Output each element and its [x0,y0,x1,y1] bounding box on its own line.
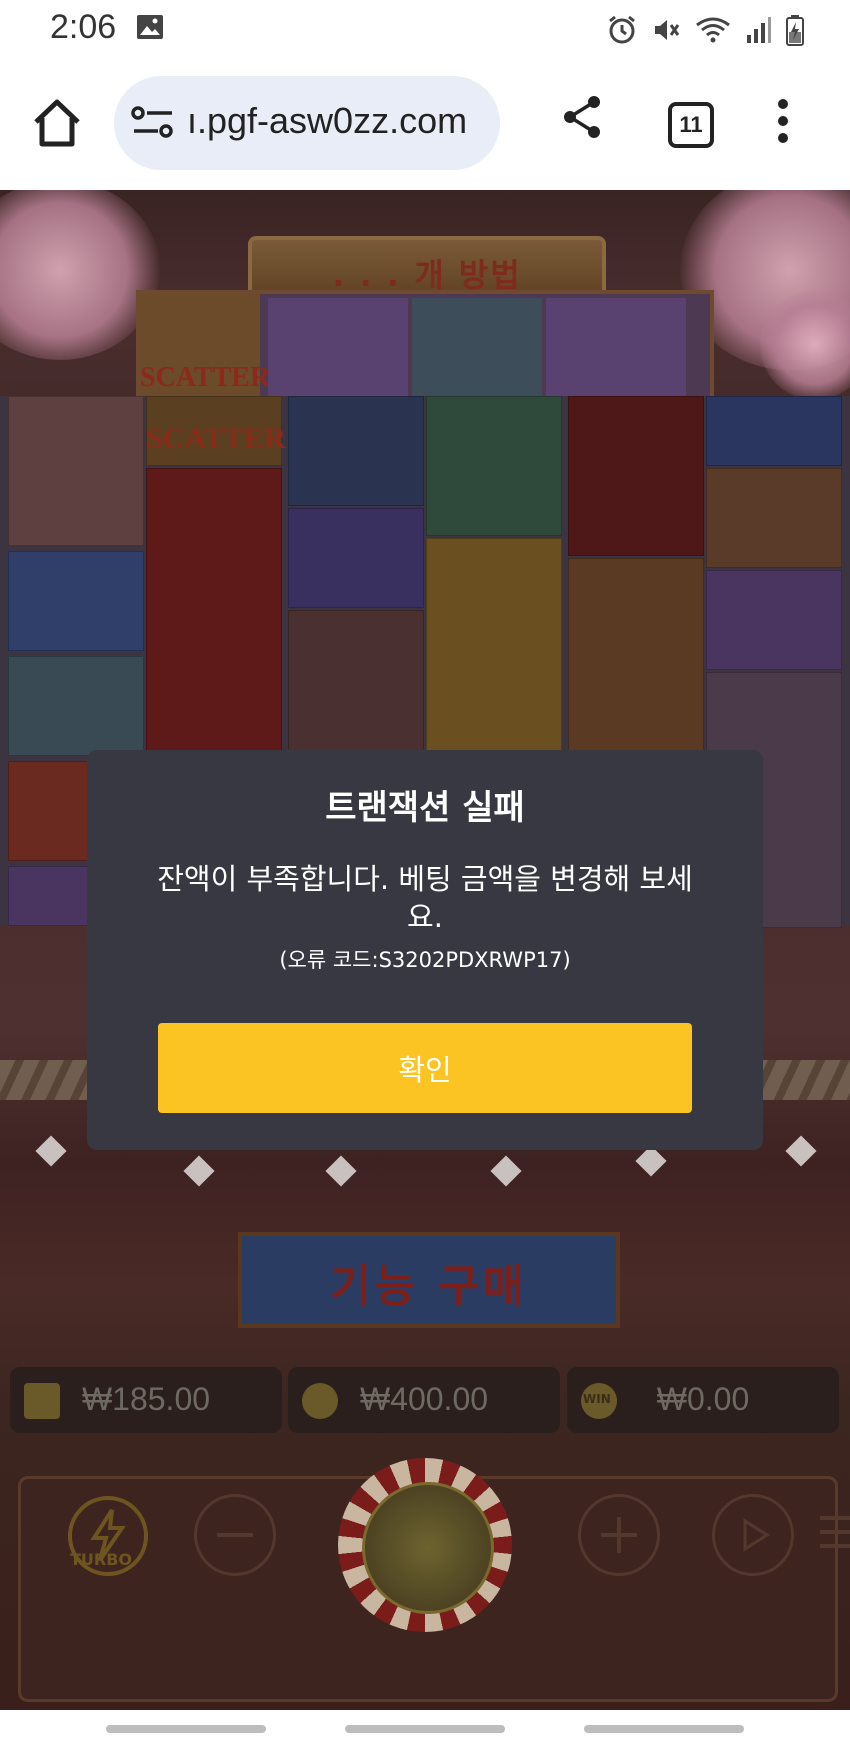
autoplay-button[interactable] [712,1494,794,1576]
paper-streamer [785,1135,817,1167]
url-text[interactable]: ı.pgf-asw0zz.com [187,100,467,142]
bet-value: ₩400.00 [359,1381,489,1417]
error-code: (오류 코드:S3202PDXRWP17) [279,948,571,972]
dialog-message: 잔액이 부족합니다. 베팅 금액을 변경해 보세요. [157,862,693,934]
mute-icon [655,20,680,40]
status-bar: 2:06 [0,0,850,58]
k-symbol [8,396,144,546]
geisha-symbol [706,468,842,568]
image-icon [137,15,163,39]
win-value: ₩0.00 [656,1381,750,1417]
signal-icon [747,17,771,43]
increase-bet-button[interactable] [578,1494,660,1576]
j-symbol [8,656,144,756]
feature-buy-button[interactable]: 기능 구매 [238,1232,620,1328]
paper-streamer [35,1135,67,1167]
q-symbol [288,508,424,608]
decrease-bet-button[interactable] [194,1494,276,1576]
sushi-symbol [8,551,144,651]
play-icon [743,1518,770,1552]
nav-recents-pill[interactable] [106,1725,266,1733]
scatter-label: SCATTER [140,362,271,393]
url-bar[interactable]: ı.pgf-asw0zz.com [114,76,500,170]
plus-icon-v [617,1517,621,1553]
bet-box[interactable]: ₩400.00 [288,1367,560,1433]
blank-symbol [288,396,424,506]
top-reel: SCATTER [136,290,714,408]
feature-buy-label: 기능 구매 [330,1261,528,1312]
wifi-icon [696,17,730,43]
paper-streamer [635,1145,667,1177]
browser-toolbar: ı.pgf-asw0zz.com 11 [0,58,850,191]
nav-home-pill[interactable] [345,1725,505,1733]
turbo-label: TURBO [70,1550,133,1569]
nav-back-pill[interactable] [584,1725,744,1733]
balance-box: ₩185.00 [10,1367,282,1433]
home-icon[interactable] [30,96,84,150]
minus-icon [217,1533,253,1537]
more-vert-icon[interactable] [776,98,790,144]
fan-symbol [706,570,842,670]
paper-streamer [490,1155,522,1187]
menu-icon[interactable] [818,1512,850,1552]
paper-streamer [325,1155,357,1187]
spin-arrows-icon [362,1482,494,1614]
site-settings-icon[interactable] [130,105,176,141]
sushi-symbol [706,396,842,466]
alarm-icon [609,15,635,44]
fan-red-symbol [568,396,704,556]
confirm-button[interactable]: 확인 [158,1023,692,1113]
scatter-label: SCATTER [146,422,286,455]
navigation-bar [0,1710,850,1747]
battery-charging-icon [786,15,804,46]
j-symbol [412,298,542,398]
dialog-title: 트랜잭션 실패 [325,788,525,828]
status-time: 2:06 [50,8,117,46]
ten-symbol [426,396,562,536]
spin-button[interactable] [338,1458,512,1632]
tabs-icon[interactable]: 11 [668,102,714,148]
paper-streamer [183,1155,215,1187]
win-box: WIN ₩0.00 [567,1367,839,1433]
fan-symbol [546,298,686,398]
balance-value: ₩185.00 [81,1381,211,1417]
transaction-failed-dialog: 트랜잭션 실패 잔액이 부족합니다. 베팅 금액을 변경해 보세요. (오류 코… [87,750,763,1150]
fan-symbol [268,298,408,398]
share-icon[interactable] [561,94,603,140]
